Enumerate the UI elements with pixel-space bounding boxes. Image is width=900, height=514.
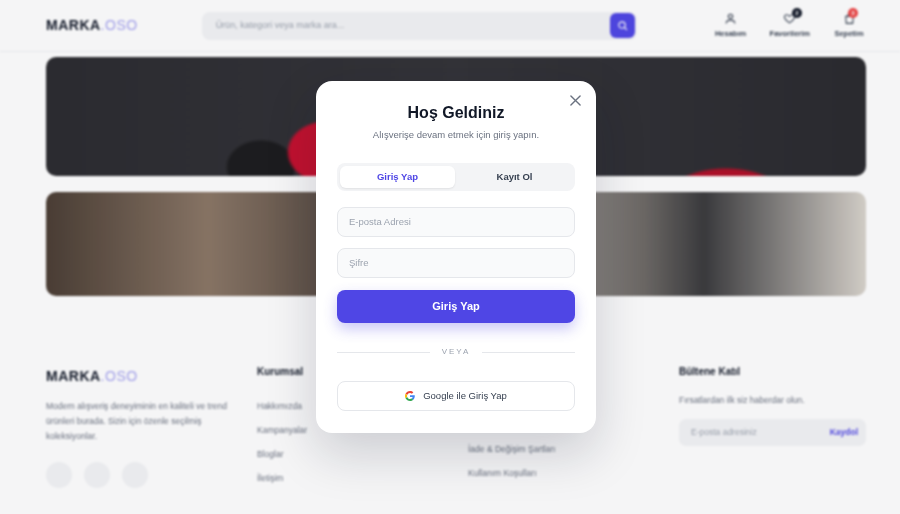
close-button[interactable]	[568, 93, 582, 107]
modal-subtitle: Alışverişe devam etmek için giriş yapın.	[337, 129, 575, 141]
login-modal: Hoş Geldiniz Alışverişe devam etmek için …	[316, 81, 596, 433]
divider: VEYA	[337, 347, 575, 357]
login-form	[337, 207, 575, 278]
password-input[interactable]	[337, 248, 575, 278]
divider-text: VEYA	[442, 347, 471, 357]
close-icon	[570, 95, 581, 106]
email-input[interactable]	[337, 207, 575, 237]
auth-tab[interactable]: Giriş Yap	[340, 166, 455, 188]
login-button[interactable]: Giriş Yap	[337, 290, 575, 323]
google-login-label: Google ile Giriş Yap	[423, 389, 507, 403]
divider-line	[482, 352, 575, 353]
close-icon-svg	[570, 95, 581, 106]
modal-title: Hoş Geldiniz	[337, 103, 575, 123]
auth-tab[interactable]: Kayıt Ol	[457, 166, 572, 188]
auth-tabs: Giriş YapKayıt Ol	[337, 163, 575, 191]
google-login-button[interactable]: Google ile Giriş Yap	[337, 381, 575, 411]
modal-backdrop[interactable]: Hoş Geldiniz Alışverişe devam etmek için …	[0, 0, 900, 514]
google-icon-svg	[405, 391, 415, 401]
divider-line	[337, 352, 430, 353]
google-icon	[405, 391, 415, 401]
